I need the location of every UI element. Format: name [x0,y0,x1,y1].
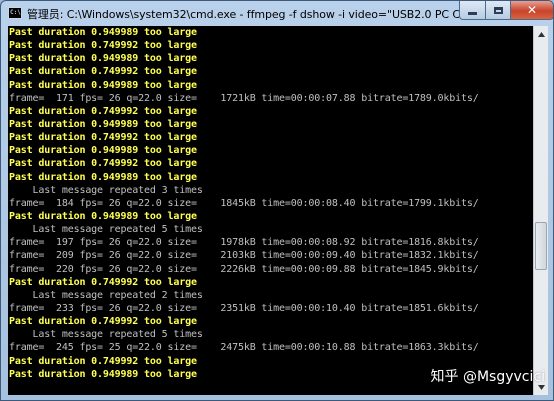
vertical-scrollbar[interactable] [533,26,548,395]
console-info-line: Last message repeated 5 times [9,329,203,341]
console-warning-line: Past duration 0.949989 too large [9,27,197,38]
console-info-line: Last message repeated 5 times [9,224,203,236]
console-info-line: frame= 209 fps= 26 q=22.0 size= 2103kB t… [9,250,479,262]
console-warning-line: Past duration 0.749992 too large [9,316,197,328]
maximize-icon [493,6,503,14]
close-icon: ✕ [526,3,538,17]
console-warning-line: Past duration 0.949989 too large [9,171,197,183]
maximize-button[interactable] [485,1,511,20]
console-info-line: frame= 233 fps= 26 q=22.0 size= 2351kB t… [9,302,479,314]
console-warning-line: Past duration 0.749992 too large [9,105,197,117]
watermark: 知乎 @Msgyvcici [430,369,545,385]
console-info-line: frame= 184 fps= 26 q=22.0 size= 1845kB t… [9,197,479,209]
arrow-up-icon [537,31,545,37]
console-warning-line: Past duration 0.949989 too large [9,53,197,65]
console-warning-line: Past duration 0.749992 too large [9,132,197,144]
console-warning-line: Past duration 0.949989 too large [9,79,197,91]
console-warning-line: Past duration 0.749992 too large [9,276,197,288]
console-info-line: Last message repeated 2 times [9,289,203,301]
console-warning-line: Past duration 0.749992 too large [9,158,197,170]
minimize-icon [468,11,477,15]
console-info-line: Last message repeated 3 times [9,184,203,196]
console-info-line: frame= 245 fps= 25 q=22.0 size= 2475kB t… [9,342,479,354]
minimize-button[interactable] [459,1,486,20]
title-bar[interactable]: C:\ 管理员: C:\Windows\system32\cmd.exe - f… [1,1,553,25]
cmd-icon[interactable]: C:\ [8,7,22,19]
scroll-up-button[interactable] [534,26,548,42]
console-warning-line: Past duration 0.749992 too large [9,66,197,78]
console-info-line: frame= 220 fps= 26 q=22.0 size= 2226kB t… [9,263,479,275]
console-warning-line: Past duration 0.949989 too large [9,145,197,157]
console-output[interactable]: Past duration 0.949989 too large Past dur… [8,26,533,395]
cmd-window: C:\ 管理员: C:\Windows\system32\cmd.exe - f… [0,0,554,401]
console-warning-line: Past duration 0.949989 too large [9,118,197,130]
scrollbar-thumb[interactable] [535,222,547,270]
console-info-line: frame= 197 fps= 26 q=22.0 size= 1978kB t… [9,237,479,249]
console-info-line: frame= 171 fps= 26 q=22.0 size= 1721kB t… [9,92,479,104]
window-title: 管理员: C:\Windows\system32\cmd.exe - ffmpe… [27,8,467,21]
close-button[interactable]: ✕ [510,1,553,20]
console-warning-line: Past duration 0.749992 too large [9,40,197,52]
console-warning-line: Past duration 0.949989 too large [9,210,197,222]
